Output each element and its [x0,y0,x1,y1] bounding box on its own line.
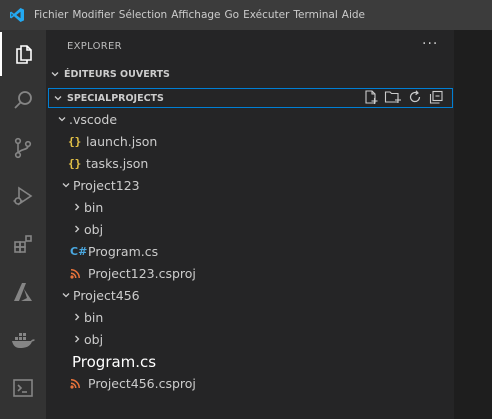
open-editors-section[interactable]: ÉDITEURS OUVERTS [46,64,454,84]
source-control-icon[interactable] [0,126,46,170]
folder-label: bin [84,199,104,215]
folder-label: .vscode [69,111,118,127]
explorer-icon[interactable] [0,32,46,76]
tree-file-project123-csproj[interactable]: Project123.csproj [46,262,454,284]
chevron-right-icon [70,224,84,234]
chevron-right-icon [70,202,84,212]
tree-file-project456-csproj[interactable]: Project456.csproj [46,372,454,394]
tree-folder-obj[interactable]: obj [46,218,454,240]
workspace-section[interactable]: SPECIALPROJECTS [48,88,453,108]
file-label: Project123.csproj [88,265,196,281]
refresh-icon[interactable] [407,89,423,108]
terminal-icon[interactable] [0,366,46,410]
open-editors-label: ÉDITEURS OUVERTS [64,68,170,80]
collapse-all-icon[interactable] [428,89,444,108]
extensions-icon[interactable] [0,222,46,266]
activity-bar [0,30,46,419]
csproj-file-icon [70,268,88,279]
menu-go[interactable]: Go [225,9,240,21]
file-label: Program.cs [88,243,159,259]
chevron-down-icon [49,93,67,103]
tree-file-program-cs[interactable]: C# Program.cs [46,240,454,262]
chevron-down-icon [55,114,69,124]
vscode-logo-icon [0,0,34,30]
file-label: Project456.csproj [88,375,196,391]
tree-file-program-cs[interactable]: Program.cs [46,351,454,373]
workspace-label: SPECIALPROJECTS [67,92,164,104]
tree-folder-project456[interactable]: Project456 [46,284,454,306]
menu-aide[interactable]: Aide [342,9,365,21]
tree-folder-bin[interactable]: bin [46,306,454,328]
menu-fichier[interactable]: Fichier [34,9,68,21]
json-file-icon: {} [68,134,82,148]
folder-label: obj [84,331,104,347]
more-actions-button[interactable]: ··· [422,36,438,52]
folder-label: Project456 [73,287,140,303]
menu-affichage[interactable]: Affichage [171,9,220,21]
menu-executer[interactable]: Exécuter [243,9,289,21]
tree-file-launch-json[interactable]: {} launch.json [46,130,454,152]
tree-folder-bin[interactable]: bin [46,196,454,218]
tree-file-tasks-json[interactable]: {} tasks.json [46,152,454,174]
azure-icon[interactable] [0,270,46,314]
csharp-file-icon: C# [70,244,88,258]
chevron-right-icon [70,334,84,344]
docker-icon[interactable] [0,318,46,362]
json-file-icon: {} [68,156,82,170]
chevron-down-icon [59,180,73,190]
tree-folder-obj[interactable]: obj [46,328,454,350]
folder-label: Project123 [73,177,140,193]
menu-modifier[interactable]: Modifier [72,9,114,21]
chevron-down-icon [59,290,73,300]
explorer-sidebar: EXPLORER ··· ÉDITEURS OUVERTS SPECIALPRO… [46,30,454,419]
explorer-title: EXPLORER [67,41,122,52]
tree-folder-vscode[interactable]: .vscode [46,108,454,130]
title-bar: Fichier Modifier Sélection Affichage Go … [0,0,492,30]
editor-area [454,30,492,419]
menu-selection[interactable]: Sélection [119,9,167,21]
folder-label: obj [84,221,104,237]
folder-label: bin [84,309,104,325]
run-debug-icon[interactable] [0,174,46,218]
search-icon[interactable] [0,78,46,122]
menu-terminal[interactable]: Terminal [293,9,337,21]
file-label: Program.cs [72,353,157,371]
workspace-actions [363,89,444,107]
chevron-right-icon [70,312,84,322]
file-label: launch.json [86,133,158,149]
file-label: tasks.json [86,155,149,171]
menu-bar: Fichier Modifier Sélection Affichage Go … [34,9,369,21]
csproj-file-icon [70,378,88,389]
tree-folder-project123[interactable]: Project123 [46,174,454,196]
new-file-icon[interactable] [363,89,379,108]
new-folder-icon[interactable] [384,89,402,108]
chevron-down-icon [46,69,64,79]
